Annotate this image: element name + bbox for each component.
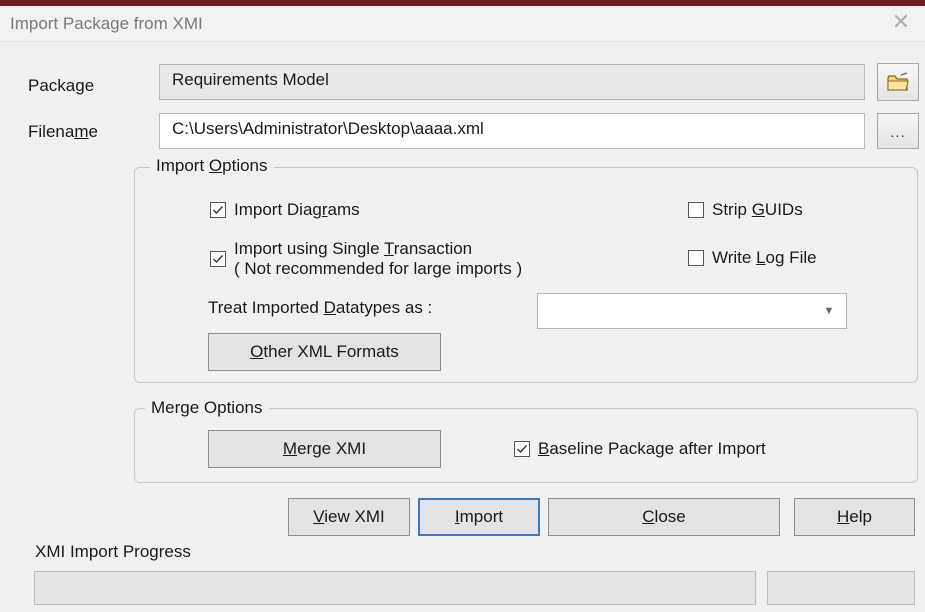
strip-guids-label: Strip GUIDs: [712, 200, 803, 219]
other-xml-formats-button[interactable]: Other XML Formats: [208, 333, 441, 371]
merge-xmi-button[interactable]: Merge XMI: [208, 430, 441, 468]
package-field: Requirements Model: [159, 64, 865, 100]
ellipsis-icon: ...: [890, 123, 906, 141]
strip-guids-checkbox[interactable]: Strip GUIDs: [688, 199, 803, 220]
progress-label: XMI Import Progress: [35, 542, 191, 561]
import-diagrams-checkbox[interactable]: Import Diagrams: [210, 199, 360, 220]
progress-status-box: [767, 571, 915, 605]
close-button[interactable]: Close: [548, 498, 780, 536]
package-label: Package: [28, 76, 95, 95]
write-log-label: Write Log File: [712, 248, 817, 267]
import-progress-bar: [34, 571, 756, 605]
datatypes-select[interactable]: ▼: [537, 293, 847, 329]
check-icon: [517, 445, 528, 454]
check-icon: [213, 255, 224, 264]
checkbox-box[interactable]: [688, 202, 704, 218]
view-xmi-button[interactable]: View XMI: [288, 498, 410, 536]
title-bar[interactable]: Import Package from XMI ✕: [0, 6, 925, 42]
single-transaction-note: ( Not recommended for large imports ): [234, 259, 523, 278]
help-button[interactable]: Help: [794, 498, 915, 536]
single-transaction-label: Import using Single Transaction ( Not re…: [234, 239, 523, 278]
browse-package-button[interactable]: [877, 63, 919, 101]
baseline-label: Baseline Package after Import: [538, 439, 766, 458]
import-diagrams-label: Import Diagrams: [234, 200, 360, 219]
browse-file-button[interactable]: ...: [877, 113, 919, 149]
window-title: Import Package from XMI: [10, 14, 203, 33]
checkbox-box[interactable]: [210, 251, 226, 267]
import-button[interactable]: Import: [418, 498, 540, 536]
checkbox-box[interactable]: [688, 250, 704, 266]
datatypes-label: Treat Imported Datatypes as :: [208, 298, 433, 317]
close-icon[interactable]: ✕: [891, 11, 911, 33]
write-log-checkbox[interactable]: Write Log File: [688, 247, 817, 268]
folder-icon: [887, 72, 909, 91]
filename-input[interactable]: C:\Users\Administrator\Desktop\aaaa.xml: [159, 113, 865, 149]
import-dialog: Package Requirements Model Filename C:\U…: [0, 42, 925, 612]
import-options-legend: Import Options: [150, 156, 274, 176]
package-value: Requirements Model: [172, 70, 329, 89]
check-icon: [213, 206, 224, 215]
single-transaction-checkbox[interactable]: Import using Single Transaction ( Not re…: [210, 238, 522, 278]
filename-label: Filename: [28, 122, 98, 141]
merge-options-legend: Merge Options: [145, 398, 269, 418]
checkbox-box[interactable]: [210, 202, 226, 218]
baseline-checkbox[interactable]: Baseline Package after Import: [514, 438, 766, 459]
filename-value: C:\Users\Administrator\Desktop\aaaa.xml: [172, 119, 484, 138]
chevron-down-icon[interactable]: ▼: [812, 294, 846, 328]
checkbox-box[interactable]: [514, 441, 530, 457]
